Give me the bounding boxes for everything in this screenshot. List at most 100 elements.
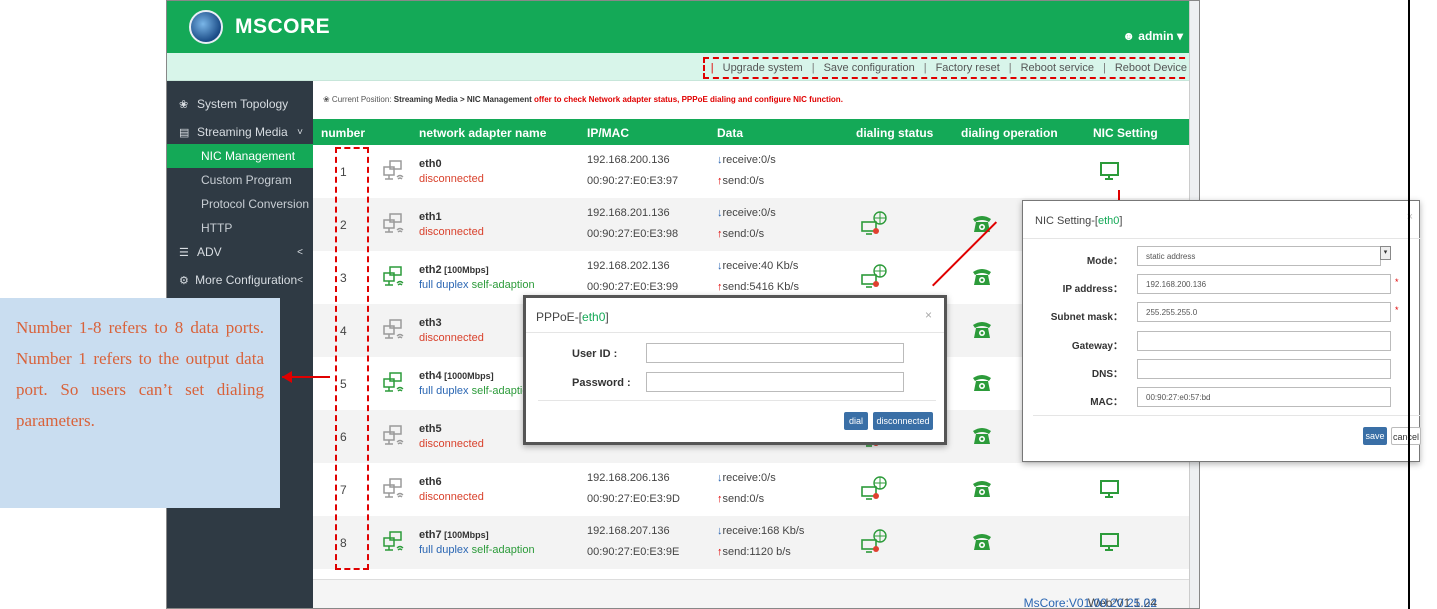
duplex-text: full duplex: [419, 279, 472, 291]
network-adapter-icon: [383, 318, 405, 340]
menu-upgrade-system[interactable]: Upgrade system: [723, 62, 803, 74]
mac-label: MAC：: [1090, 397, 1123, 408]
dial-phone-icon[interactable]: [971, 530, 993, 552]
required-mark: *: [1395, 277, 1399, 287]
mac-address: 00:90:27:E0:E3:9E: [587, 546, 680, 558]
nic-setting-icon[interactable]: [1099, 159, 1121, 181]
sidebar-item-label: More Configuration: [195, 273, 298, 287]
dial-phone-icon[interactable]: [971, 265, 993, 287]
adapter-status: disconnected: [419, 226, 484, 238]
col-dialing-status: dialing status: [856, 126, 934, 140]
status-text: disconnected: [419, 332, 484, 344]
nic-setting-dialog: NIC Setting-[eth0] × Mode： static addres…: [1022, 200, 1421, 462]
col-nic-setting: NIC Setting: [1093, 126, 1158, 140]
send-text: send:0/s: [722, 228, 765, 240]
network-adapter-icon: [383, 265, 405, 287]
mac-input[interactable]: 00:90:27:e0:57:bd: [1137, 387, 1391, 407]
send-rate: ↑send:0/s: [717, 228, 764, 240]
dial-phone-icon[interactable]: [971, 477, 993, 499]
status-text: disconnected: [419, 173, 484, 185]
dialing-status-icon[interactable]: [861, 210, 889, 236]
cancel-button[interactable]: cancel: [1391, 427, 1421, 445]
receive-rate: ↓receive:168 Kb/s: [717, 525, 804, 537]
disconnect-button[interactable]: disconnected: [873, 412, 933, 430]
dial-phone-icon[interactable]: [971, 371, 993, 393]
password-input[interactable]: [646, 372, 904, 392]
dropdown-arrow-icon[interactable]: ▾: [1380, 246, 1391, 260]
receive-text: receive:0/s: [722, 472, 776, 484]
sidebar-item-adv[interactable]: ☰ ADV <: [167, 240, 313, 264]
ip-address-label: IP address：: [1062, 284, 1123, 295]
annotation-callout: Number 1-8 refers to 8 data ports. Numbe…: [0, 298, 280, 508]
menu-reboot-service[interactable]: Reboot service: [1021, 62, 1094, 74]
system-menu: | Upgrade system | Save configuration | Fa…: [702, 57, 1195, 79]
dial-phone-icon[interactable]: [971, 212, 993, 234]
brand-name: MSCORE: [235, 15, 331, 38]
pppoe-nic: eth0: [582, 310, 606, 324]
sidebar-item-more-configuration[interactable]: ⚙ More Configuration <: [167, 268, 313, 292]
user-id-label: User ID :: [572, 348, 618, 360]
sidebar-item-system-topology[interactable]: ❀ System Topology: [167, 92, 313, 116]
breadcrumb-note: offer to check Network adapter status, P…: [531, 95, 843, 104]
status-text: disconnected: [419, 491, 484, 503]
dialing-status-icon[interactable]: [861, 528, 889, 554]
ip-address: 192.168.206.136: [587, 472, 670, 484]
dial-button[interactable]: dial: [844, 412, 868, 430]
user-name: admin ▾: [1138, 29, 1183, 43]
save-button[interactable]: save: [1363, 427, 1387, 445]
receive-rate: ↓receive:40 Kb/s: [717, 260, 798, 272]
divider: [1033, 415, 1421, 416]
breadcrumb-path: Streaming Media > NIC Management: [393, 95, 532, 104]
user-menu[interactable]: ☻ admin ▾: [1122, 29, 1183, 43]
dns-input[interactable]: [1137, 359, 1391, 379]
menu-factory-reset[interactable]: Factory reset: [936, 62, 1000, 74]
menu-save-configuration[interactable]: Save configuration: [824, 62, 915, 74]
ip-address-input[interactable]: 192.168.200.136: [1137, 274, 1391, 294]
adapter-status: disconnected: [419, 332, 484, 344]
dial-phone-icon[interactable]: [971, 424, 993, 446]
sidebar-item-streaming-media[interactable]: ▤ Streaming Media ˅: [167, 120, 313, 144]
nic-setting-icon[interactable]: [1099, 530, 1121, 552]
sidebar-item-custom-program[interactable]: Custom Program: [167, 168, 313, 192]
footer: Web:V1.1.24 MsCore:V01.00.20.25.02: [313, 579, 1189, 608]
col-number: number: [321, 126, 366, 140]
status-text: disconnected: [419, 226, 484, 238]
password-label: Password :: [572, 377, 631, 389]
gateway-input[interactable]: [1137, 331, 1391, 351]
subnet-mask-label: Subnet mask：: [1050, 312, 1123, 323]
sidebar-item-label: System Topology: [197, 97, 289, 111]
mode-select[interactable]: static address: [1137, 246, 1381, 266]
user-id-input[interactable]: [646, 343, 904, 363]
subnet-mask-input[interactable]: 255.255.255.0: [1137, 302, 1391, 322]
sidebar-item-http[interactable]: HTTP: [167, 216, 313, 240]
adapter-name-text: eth0: [419, 158, 442, 170]
dialing-status-icon[interactable]: [861, 475, 889, 501]
mac-address: 00:90:27:E0:E3:99: [587, 281, 679, 293]
top-bar: MSCORE ☻ admin ▾: [167, 1, 1199, 53]
close-icon[interactable]: ×: [925, 308, 932, 322]
nic-setting-icon[interactable]: [1099, 477, 1121, 499]
sidebar-item-nic-management[interactable]: NIC Management: [167, 144, 313, 168]
status-text: self-adaption: [471, 544, 535, 556]
table-row: 7 eth6 disconnected 192.168.206.136 00:90:27…: [313, 463, 1189, 516]
ip-address: 192.168.200.136: [587, 154, 670, 166]
pppoe-title-end: ]: [605, 310, 609, 324]
pppoe-title: PPPoE-[eth0]: [536, 310, 609, 324]
film-icon: ▤: [179, 126, 190, 139]
network-adapter-icon: [383, 159, 405, 181]
logo-icon: [189, 10, 223, 44]
nic-dialog-title: NIC Setting-[eth0]: [1035, 215, 1122, 227]
dialing-status-icon[interactable]: [861, 263, 889, 289]
adapter-name: eth5: [419, 423, 442, 435]
divider: [1023, 238, 1421, 239]
adapter-name-text: eth6: [419, 476, 442, 488]
menu-reboot-device[interactable]: Reboot Device: [1115, 62, 1187, 74]
network-adapter-icon: [383, 424, 405, 446]
list-icon: ☰: [179, 246, 189, 259]
sidebar-item-protocol-conversion[interactable]: Protocol Conversion: [167, 192, 313, 216]
arrow-head: [282, 371, 292, 383]
dial-phone-icon[interactable]: [971, 318, 993, 340]
send-text: send:5416 Kb/s: [722, 281, 799, 293]
adapter-name: eth7 [100Mbps]: [419, 529, 489, 541]
receive-text: receive:0/s: [722, 154, 776, 166]
